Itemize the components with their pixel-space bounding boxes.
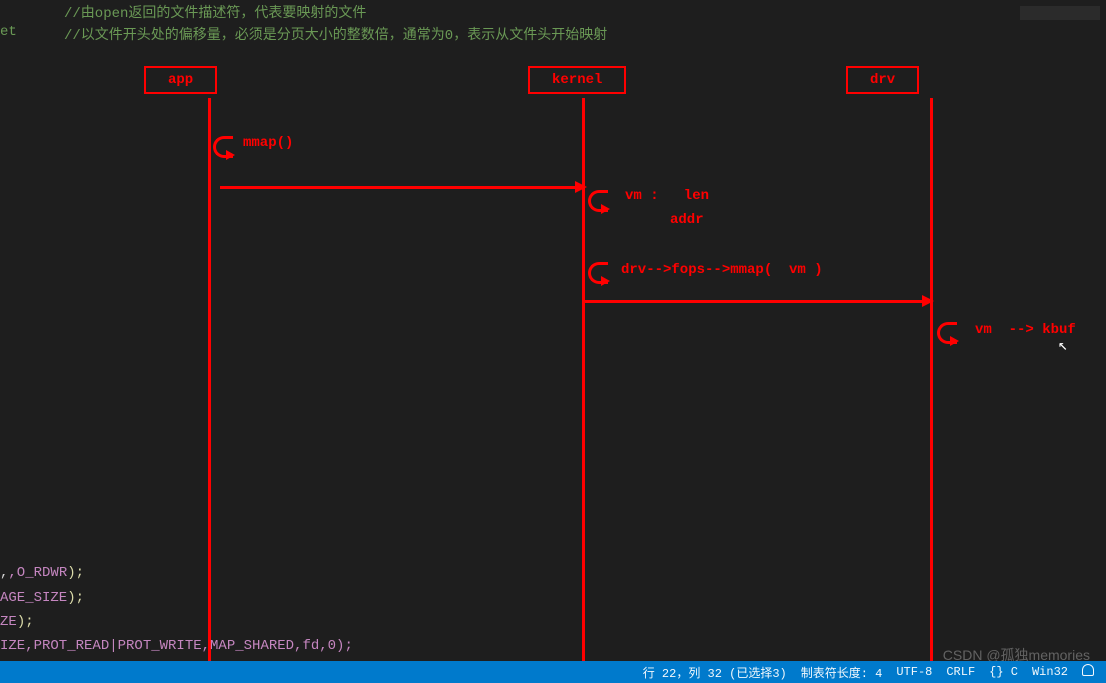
code-line-3[interactable]: ZE);	[0, 614, 34, 630]
editor-area[interactable]: et //由open返回的文件描述符，代表要映射的文件 //以文件开头处的偏移量…	[0, 0, 1106, 661]
lifeline-app	[208, 98, 211, 663]
label-addr: addr	[670, 212, 704, 228]
status-eol[interactable]: CRLF	[946, 665, 975, 679]
diagram-box-app: app	[144, 66, 217, 94]
status-encoding[interactable]: UTF-8	[896, 665, 932, 679]
mouse-cursor-icon: ↖	[1058, 335, 1068, 355]
arrow-app-to-kernel	[220, 186, 578, 189]
status-language[interactable]: {} C	[989, 665, 1018, 679]
diagram-box-drv: drv	[846, 66, 919, 94]
status-platform[interactable]: Win32	[1032, 665, 1068, 679]
label-drv-fops: drv-->fops-->mmap( vm )	[621, 262, 823, 278]
notifications-bell-icon[interactable]	[1082, 664, 1094, 680]
code-comment-1: //由open返回的文件描述符，代表要映射的文件	[64, 2, 366, 22]
code-line-2[interactable]: AGE_SIZE);	[0, 590, 84, 606]
status-bar: 行 22，列 32 (已选择3) 制表符长度: 4 UTF-8 CRLF {} …	[0, 661, 1106, 683]
self-loop-app-mmap	[213, 136, 233, 158]
label-mmap: mmap()	[243, 135, 293, 151]
gutter-text: et	[0, 24, 17, 40]
minimap[interactable]	[1020, 6, 1100, 20]
arrowhead-kernel-to-drv	[922, 295, 934, 307]
status-tabsize[interactable]: 制表符长度: 4	[801, 664, 883, 681]
arrow-kernel-to-drv	[585, 300, 925, 303]
self-loop-drv-kbuf	[937, 322, 957, 344]
status-position[interactable]: 行 22，列 32 (已选择3)	[643, 664, 787, 681]
code-line-4[interactable]: IZE,PROT_READ|PROT_WRITE,MAP_SHARED,fd,0…	[0, 638, 353, 654]
lifeline-drv	[930, 98, 933, 663]
arrowhead-app-to-kernel	[575, 181, 587, 193]
label-vm-len: vm : len	[625, 188, 709, 204]
self-loop-kernel-fops	[588, 262, 608, 284]
self-loop-kernel-vm	[588, 190, 608, 212]
code-comment-2: //以文件开头处的偏移量，必须是分页大小的整数倍，通常为0，表示从文件头开始映射	[64, 24, 607, 44]
code-line-1[interactable]: ,,O_RDWR);	[0, 565, 84, 581]
diagram-box-kernel: kernel	[528, 66, 626, 94]
